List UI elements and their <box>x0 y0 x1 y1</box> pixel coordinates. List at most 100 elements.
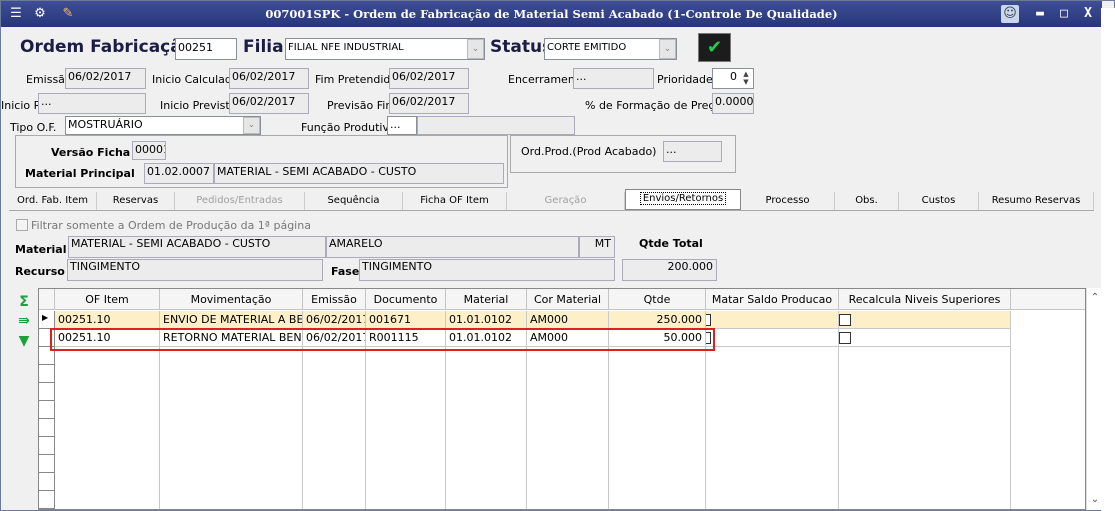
tab-pedidos-entradas[interactable]: Pedidos/Entradas <box>175 192 305 210</box>
previsao-fim-label: Previsão Fim <box>327 99 397 112</box>
inicio-calculado-field[interactable]: 06/02/2017 <box>229 68 309 89</box>
prioridade-stepper-icon[interactable]: ▲ ▼ <box>740 70 752 87</box>
ord-prod-field[interactable]: ... <box>663 141 722 162</box>
material-label: Material <box>15 243 67 256</box>
encerramento-field[interactable]: ... <box>573 68 654 89</box>
cell-emissao[interactable]: 06/02/2017 <box>303 311 366 329</box>
main-window: 007001SPK - Ordem de Fabricação de Mater… <box>0 0 1115 511</box>
tab-sequencia[interactable]: Sequência <box>305 192 403 210</box>
tab-envios-retornos[interactable]: Envios/Retornos <box>625 189 741 210</box>
funcao-produtiva-input[interactable]: ... <box>387 116 417 135</box>
col-matar-saldo[interactable]: Matar Saldo Producao <box>706 289 839 310</box>
material-desc-field: MATERIAL - SEMI ACABADO - CUSTO <box>68 236 326 258</box>
status-label: Status <box>490 37 553 57</box>
cell-qtde[interactable]: 250.000 <box>609 311 706 329</box>
recurso-field: TINGIMENTO <box>67 259 323 281</box>
cell-documento[interactable]: 001671 <box>366 311 446 329</box>
fim-pretendido-field[interactable]: 06/02/2017 <box>389 68 469 89</box>
cell-cor-material[interactable]: AM000 <box>527 311 609 329</box>
minimize-button[interactable]: ▬ <box>1029 4 1051 24</box>
versao-ficha-label: Versão Ficha <box>51 146 131 159</box>
tipo-of-dropdown-icon[interactable]: ⌄ <box>243 117 260 134</box>
filial-dropdown-icon[interactable]: ⌄ <box>467 39 484 59</box>
formacao-preco-label: % de Formação de Preço <box>585 99 722 112</box>
status-select[interactable]: CORTE EMITIDO <box>544 38 677 60</box>
material-principal-label: Material Principal <box>25 167 135 180</box>
col-documento[interactable]: Documento <box>366 289 446 310</box>
emissao-field[interactable]: 06/02/2017 <box>65 68 146 89</box>
wrench-icon[interactable]: ✎ <box>59 5 77 23</box>
tab-ficha-of-item[interactable]: Ficha OF Item <box>403 192 507 210</box>
cell-movimentacao[interactable]: ENVIO DE MATERIAL A BENE <box>160 311 303 329</box>
grid-header-corner <box>39 289 55 310</box>
export-icon[interactable]: ⇛ <box>15 312 33 330</box>
cell-recalcula <box>839 329 1011 347</box>
tab-reservas[interactable]: Reservas <box>97 192 175 210</box>
filter-label: Filtrar somente a Ordem de Produção da 1… <box>31 219 311 232</box>
col-recalcula-niveis[interactable]: Recalcula Niveis Superiores <box>839 289 1011 310</box>
material-principal-desc: MATERIAL - SEMI ACABADO - CUSTO <box>214 163 504 184</box>
tree-icon[interactable]: ⚙ <box>31 5 49 23</box>
inicio-real-field[interactable]: ... <box>38 93 146 114</box>
highlight-box <box>50 328 715 351</box>
row-indicator[interactable]: ▶ <box>39 311 55 329</box>
cell-recalcula <box>839 311 1011 329</box>
row-indicator-empty <box>39 347 55 509</box>
inicio-previsto-field[interactable]: 06/02/2017 <box>229 93 309 114</box>
formacao-preco-field[interactable]: 0.0000 <box>712 93 754 114</box>
prioridade-label: Prioridade <box>657 73 713 86</box>
status-dropdown-icon[interactable]: ⌄ <box>659 39 676 59</box>
col-emissao[interactable]: Emissão <box>303 289 366 310</box>
envios-grid: OF Item Movimentação Emissão Documento M… <box>38 288 1086 510</box>
cell-material[interactable]: 01.01.0102 <box>446 311 527 329</box>
tab-ord-fab-item[interactable]: Ord. Fab. Item <box>9 192 97 210</box>
tab-processo[interactable]: Processo <box>741 192 835 210</box>
cell-of-item[interactable]: 00251.10 <box>55 311 160 329</box>
sum-icon[interactable]: Σ <box>15 293 33 311</box>
previsao-fim-field[interactable]: 06/02/2017 <box>389 93 469 114</box>
col-material[interactable]: Material <box>446 289 527 310</box>
tab-custos[interactable]: Custos <box>899 192 979 210</box>
vertical-scrollbar[interactable]: ⌃ ⌄ <box>1086 288 1102 510</box>
funcao-produtiva-desc <box>417 116 575 135</box>
filter-checkbox[interactable] <box>16 219 28 231</box>
fase-field: TINGIMENTO <box>359 259 615 281</box>
maximize-button[interactable]: □ <box>1053 4 1075 24</box>
confirm-icon[interactable]: ✔ <box>698 33 731 62</box>
tipo-of-select[interactable]: MOSTRUÁRIO <box>65 116 261 135</box>
table-row[interactable]: 00251.10 ENVIO DE MATERIAL A BENE 06/02/… <box>55 311 1011 329</box>
tipo-of-label: Tipo O.F. <box>10 121 57 134</box>
cell-matar-saldo <box>706 329 839 347</box>
tab-obs[interactable]: Obs. <box>835 192 899 210</box>
fim-pretendido-label: Fim Pretendido <box>315 73 398 86</box>
col-qtde[interactable]: Qtde <box>609 289 706 310</box>
title-bar: 007001SPK - Ordem de Fabricação de Mater… <box>1 1 1102 27</box>
col-of-item[interactable]: OF Item <box>55 289 160 310</box>
close-button[interactable]: X <box>1077 4 1099 24</box>
recalcula-checkbox[interactable] <box>839 314 851 326</box>
app-menu-icon[interactable]: ☰ <box>7 5 25 23</box>
tab-geracao[interactable]: Geração <box>507 192 625 210</box>
col-cor-material[interactable]: Cor Material <box>527 289 609 310</box>
fase-label: Fase <box>331 265 360 278</box>
cor-field: AMARELO <box>326 236 579 258</box>
material-principal-code[interactable]: 01.02.0007 <box>144 163 214 184</box>
qtde-total-field: 200.000 <box>622 259 717 281</box>
window-title: 007001SPK - Ordem de Fabricação de Mater… <box>265 7 838 21</box>
filial-label: Filial <box>243 37 290 57</box>
filial-select[interactable]: FILIAL NFE INDUSTRIAL <box>285 38 485 60</box>
inicio-previsto-label: Inicio Previsto <box>160 99 237 112</box>
recalcula-checkbox[interactable] <box>839 332 851 344</box>
filter-icon[interactable]: ▼ <box>15 332 33 350</box>
recurso-label: Recurso <box>15 265 65 278</box>
ordem-input[interactable]: 00251 <box>175 38 237 60</box>
tab-resumo-reservas[interactable]: Resumo Reservas <box>979 192 1094 210</box>
col-movimentacao[interactable]: Movimentação <box>160 289 303 310</box>
ord-prod-label: Ord.Prod.(Prod Acabado) <box>521 145 657 158</box>
qtde-total-label: Qtde Total <box>639 237 703 250</box>
unidade-field: MT <box>579 236 615 258</box>
matar-saldo-checkbox[interactable] <box>706 314 711 326</box>
funcao-produtiva-label: Função Produtiva <box>301 121 396 134</box>
versao-ficha-field[interactable]: 00001 <box>132 141 166 160</box>
user-icon[interactable]: ☺ <box>1001 5 1019 23</box>
